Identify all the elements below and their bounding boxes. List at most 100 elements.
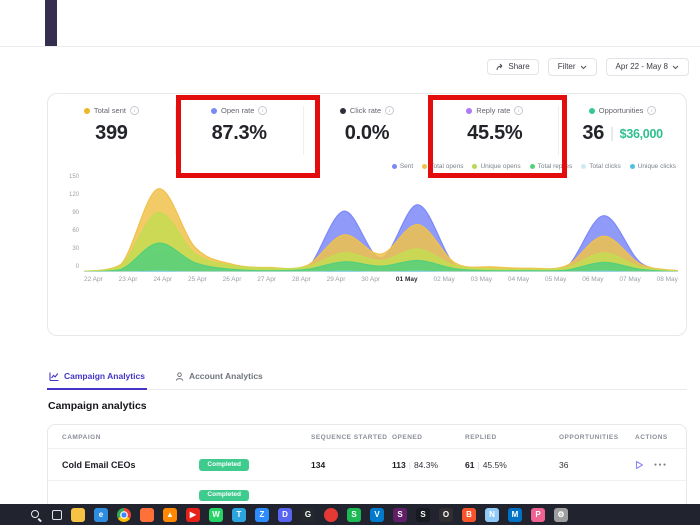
x-tick-label: 27 Apr	[257, 276, 277, 283]
x-tick-label: 05 May	[545, 276, 567, 283]
legend-item: Total clicks	[581, 163, 621, 170]
x-tick-label: 26 Apr	[222, 276, 242, 283]
stat-reply-rate: Reply rate i 45.5%	[431, 106, 560, 155]
legend-item: Total replies	[529, 163, 572, 170]
notepad-icon[interactable]: N	[485, 507, 499, 522]
tab-campaign-analytics[interactable]: Campaign Analytics	[47, 367, 147, 390]
share-icon	[496, 63, 503, 71]
x-tick-label: 23 Apr	[118, 276, 138, 283]
whatsapp-icon[interactable]: W	[209, 507, 223, 522]
x-tick-label: 02 May	[433, 276, 455, 283]
chart-x-axis: 22 Apr 23 Apr 24 Apr 25 Apr 26 Apr 27 Apr 28 A…	[84, 276, 678, 283]
analytics-tabs: Campaign Analytics Account Analytics	[47, 367, 687, 390]
youtube-icon[interactable]: ▶	[186, 507, 200, 522]
tab-account-analytics[interactable]: Account Analytics	[173, 367, 265, 390]
analytics-area-chart	[84, 188, 678, 272]
col-replied: REPLIED	[465, 434, 497, 441]
obs-icon[interactable]: O	[439, 507, 453, 522]
x-tick-label: 01 May	[395, 276, 418, 283]
stat-value: 399	[95, 122, 128, 144]
info-icon[interactable]: i	[129, 106, 139, 115]
share-button[interactable]: Share	[487, 59, 539, 75]
stat-opportunities: Opportunities i 36 | $36,000	[559, 106, 686, 155]
start-icon[interactable]	[6, 508, 20, 522]
date-range-button[interactable]: Apr 22 - May 8	[605, 58, 689, 76]
stat-dot	[83, 107, 90, 114]
table-row[interactable]: Cold Email CEOs Completed 134 113 | 84.3% …	[48, 449, 686, 481]
table-row-partial[interactable]: Completed	[48, 481, 686, 501]
dashboard-screen: Share Filter Apr 22 - May 8 Total sent i	[0, 0, 700, 525]
vscode-icon[interactable]: V	[370, 507, 384, 522]
opportunities-value: 36	[559, 459, 569, 470]
x-tick-label: 08 May	[656, 276, 678, 283]
vlc-player-icon[interactable]: ▲	[163, 507, 177, 522]
y-tick-label: 90	[72, 210, 79, 216]
stat-label: Reply rate	[476, 106, 511, 115]
stat-label: Opportunities	[598, 106, 644, 115]
zoom-icon[interactable]: Z	[255, 507, 269, 522]
more-actions-icon[interactable]: ●●●	[654, 462, 668, 468]
recording-indicator-icon[interactable]	[324, 507, 338, 522]
telegram-icon[interactable]: T	[232, 507, 246, 522]
info-icon[interactable]: i	[258, 106, 268, 115]
stat-value: 45.5%	[467, 122, 523, 144]
legend-label: Sent	[399, 163, 414, 170]
legend-dot	[581, 164, 587, 169]
stat-dot	[466, 107, 473, 114]
opened-value: 113 | 84.3%	[392, 459, 439, 470]
legend-dot	[422, 164, 428, 169]
status-badge: Completed	[199, 459, 249, 471]
stat-total-sent: Total sent i 399	[48, 106, 176, 155]
file-explorer-icon[interactable]	[71, 507, 85, 522]
info-icon[interactable]: i	[514, 106, 524, 115]
legend-dot	[529, 164, 535, 169]
legend-dot	[472, 164, 478, 169]
chrome-browser-icon[interactable]	[117, 507, 131, 522]
edge-browser-icon[interactable]: e	[94, 507, 108, 522]
y-tick-label: 30	[72, 246, 79, 252]
stats-chart-card: Total sent i 399 Open rate i 87.3% Click…	[47, 93, 687, 336]
steam-icon[interactable]: S	[416, 507, 430, 522]
x-tick-label: 22 Apr	[84, 276, 103, 283]
x-tick-label: 30 Apr	[361, 276, 381, 283]
spotify-icon[interactable]: S	[347, 507, 361, 522]
chart-plot	[84, 176, 678, 272]
brave-icon[interactable]: B	[462, 507, 476, 522]
y-tick-label: 120	[68, 192, 79, 198]
github-icon[interactable]: G	[301, 507, 315, 522]
campaigns-table: CAMPAIGN SEQUENCE STARTED OPENED REPLIED…	[47, 424, 687, 505]
col-campaign: CAMPAIGN	[62, 434, 101, 441]
col-opened: OPENED	[392, 434, 423, 441]
legend-label: Unique clicks	[637, 163, 676, 170]
info-icon[interactable]: i	[647, 106, 657, 115]
info-icon[interactable]: i	[385, 106, 395, 115]
background-window-edge	[45, 0, 57, 46]
mail-icon[interactable]: M	[508, 507, 522, 522]
legend-dot	[391, 164, 397, 169]
y-tick-label: 150	[68, 174, 79, 180]
play-icon[interactable]	[635, 460, 644, 470]
legend-label: Total clicks	[589, 163, 621, 170]
discord-icon[interactable]: D	[278, 507, 292, 522]
legend-label: Total opens	[430, 163, 464, 170]
stat-open-rate: Open rate i 87.3%	[176, 106, 304, 155]
date-range-label: Apr 22 - May 8	[615, 62, 668, 71]
firefox-browser-icon[interactable]	[140, 507, 154, 522]
chevron-down-icon	[672, 65, 679, 69]
paint-icon[interactable]: P	[531, 507, 545, 522]
col-sequence-started: SEQUENCE STARTED	[311, 434, 388, 441]
task-view-icon[interactable]	[52, 509, 62, 520]
legend-dot	[629, 164, 635, 169]
stat-label: Click rate	[349, 106, 382, 115]
sequence-started-value: 134	[311, 459, 326, 470]
campaign-name[interactable]: Cold Email CEOs	[62, 460, 136, 470]
tab-label: Campaign Analytics	[64, 371, 145, 381]
y-tick-label: 0	[75, 264, 79, 270]
settings-icon[interactable]: ⚙	[554, 507, 568, 522]
stat-label: Open rate	[221, 106, 255, 115]
search-icon[interactable]	[29, 508, 43, 522]
opportunities-count: 36	[582, 122, 605, 144]
filter-button[interactable]: Filter	[547, 58, 597, 76]
slack-icon[interactable]: S	[393, 507, 407, 522]
status-badge: Completed	[199, 489, 249, 501]
